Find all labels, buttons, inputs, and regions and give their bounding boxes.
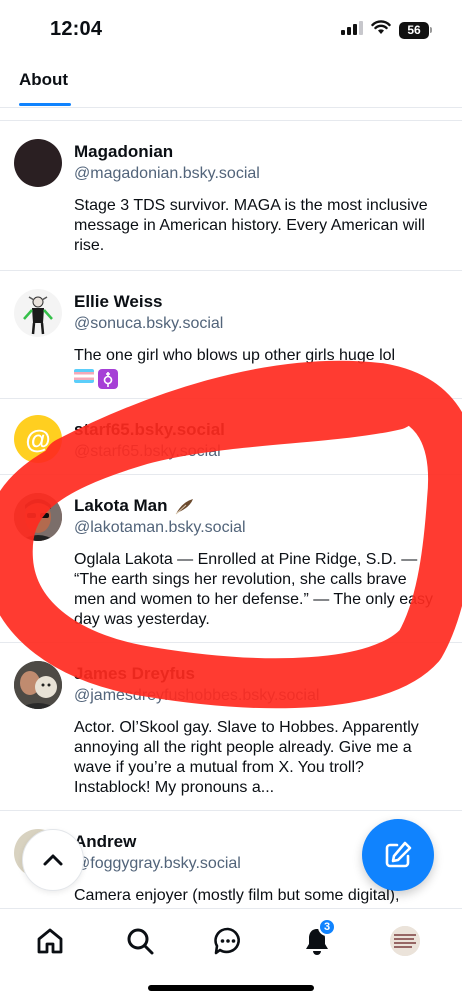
cellular-signal-icon: [341, 20, 363, 40]
avatar[interactable]: [14, 661, 62, 709]
list-item[interactable]: James Dreyfus @jamesdreyfushobbes.bsky.s…: [0, 643, 462, 811]
profile-handle: @jamesdreyfushobbes.bsky.social: [74, 687, 320, 704]
profile-bio: Stage 3 TDS survivor. MAGA is the most i…: [74, 197, 428, 254]
person-with-dog-icon: [14, 661, 62, 709]
profile-bio: Actor. Ol’Skool gay. Slave to Hobbes. Ap…: [74, 719, 419, 796]
scroll-to-top-button[interactable]: [22, 829, 84, 891]
profile-handle: @sonuca.bsky.social: [74, 315, 224, 332]
transgender-symbol-icon: [98, 369, 118, 389]
home-icon: [37, 928, 63, 954]
avatar[interactable]: [14, 139, 62, 187]
profile-bio: Oglala Lakota — Enrolled at Pine Ridge, …: [74, 551, 434, 628]
compose-button[interactable]: [362, 819, 434, 891]
chevron-up-icon: [43, 854, 63, 866]
feather-icon: [175, 498, 194, 514]
nav-search[interactable]: [124, 925, 156, 957]
tab-about[interactable]: About: [19, 70, 68, 90]
profile-handle: @magadonian.bsky.social: [74, 165, 260, 182]
chat-icon: [214, 927, 240, 955]
profile-name-text: Lakota Man: [74, 496, 168, 515]
status-time: 12:04: [50, 18, 103, 40]
profile-bio: The one girl who blows up other girls hu…: [74, 346, 442, 389]
tab-active-indicator: [19, 103, 71, 106]
profile-handle: @lakotaman.bsky.social: [74, 519, 246, 536]
person-sunglasses-icon: [14, 493, 62, 541]
tab-bar: About: [0, 60, 462, 108]
list-item[interactable]: Ellie Weiss @sonuca.bsky.social The one …: [0, 271, 462, 399]
nav-profile[interactable]: [389, 925, 421, 957]
profile-avatar-icon: [390, 926, 420, 956]
search-icon: [127, 928, 154, 955]
nav-home[interactable]: [34, 925, 66, 957]
home-indicator: [148, 985, 314, 991]
profile-name: Ellie Weiss: [74, 292, 163, 311]
list-item[interactable]: Magadonian @magadonian.bsky.social Stage…: [0, 121, 462, 271]
list-item[interactable]: Lakota Man @lakotaman.bsky.social Oglala…: [0, 475, 462, 643]
battery-level: 56: [399, 21, 429, 39]
profile-name: Lakota Man: [74, 495, 442, 516]
status-bar: 12:04 56: [0, 0, 462, 60]
profile-name: Magadonian: [74, 142, 174, 161]
profile-name: starf65.bsky.social: [74, 420, 225, 439]
profile-bio-text: The one girl who blows up other girls hu…: [74, 347, 396, 364]
character-drawing-icon: [23, 296, 53, 335]
nav-notifications[interactable]: 3: [301, 918, 336, 957]
transgender-flag-icon: [74, 369, 94, 383]
wifi-icon: [371, 20, 391, 40]
notification-badge: 3: [318, 918, 336, 936]
status-icons: 56: [341, 20, 432, 40]
avatar[interactable]: @: [14, 415, 62, 463]
avatar[interactable]: [14, 289, 62, 337]
battery-icon: 56: [399, 21, 432, 39]
avatar[interactable]: [14, 493, 62, 541]
compose-icon: [385, 841, 412, 868]
at-sign-icon: @: [25, 423, 51, 454]
nav-chat[interactable]: [212, 925, 244, 957]
profile-list: Magadonian @magadonian.bsky.social Stage…: [0, 120, 462, 931]
list-item[interactable]: @ starf65.bsky.social @starf65.bsky.soci…: [0, 399, 462, 475]
profile-name: James Dreyfus: [74, 664, 195, 683]
profile-handle: @starf65.bsky.social: [74, 443, 221, 460]
